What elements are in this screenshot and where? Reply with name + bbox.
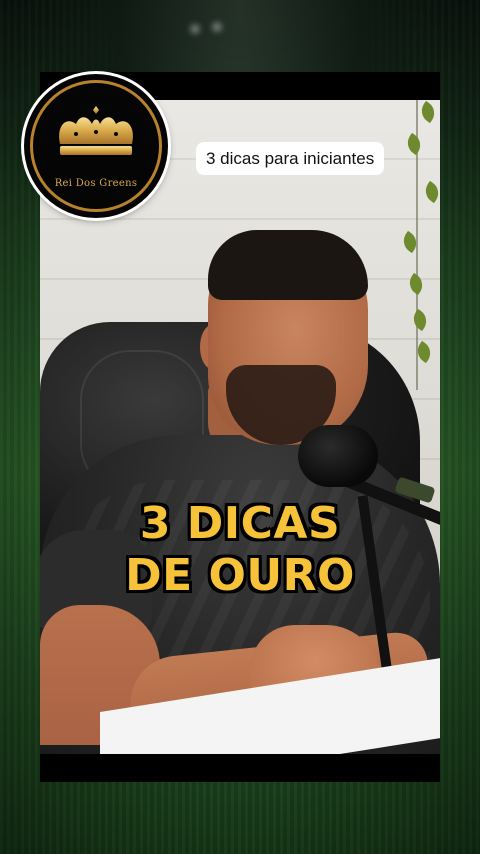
caption-line-2: DE OURO bbox=[125, 550, 355, 601]
title-pill: 3 dicas para iniciantes bbox=[196, 142, 385, 175]
crown-icon bbox=[59, 106, 133, 155]
background-lights bbox=[190, 20, 250, 44]
microphone-icon bbox=[298, 425, 378, 487]
brand-logo[interactable]: Rei Dos Greens bbox=[24, 74, 168, 218]
video-caption: 3 DICAS DE OURO bbox=[40, 498, 440, 602]
brand-name: Rei Dos Greens bbox=[54, 178, 138, 189]
person-hair bbox=[208, 230, 368, 300]
caption-line-1: 3 DICAS bbox=[139, 498, 341, 549]
